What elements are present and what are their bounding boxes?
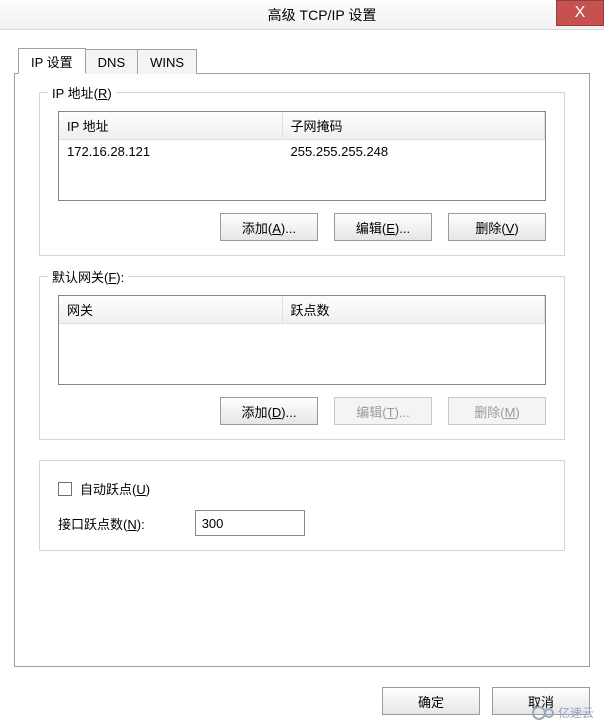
auto-metric-checkbox[interactable] — [58, 482, 72, 496]
close-button[interactable]: X — [556, 0, 604, 26]
col-metric[interactable]: 跃点数 — [283, 296, 545, 324]
ip-remove-button[interactable]: 删除(V) — [448, 213, 546, 241]
col-ip-address[interactable]: IP 地址 — [59, 112, 283, 140]
ip-add-button[interactable]: 添加(A)... — [220, 213, 318, 241]
iface-metric-row: 接口跃点数(N): — [58, 510, 546, 536]
gateway-add-button[interactable]: 添加(D)... — [220, 397, 318, 425]
tab-strip: IP 设置 DNS WINS — [18, 48, 196, 74]
ok-button[interactable]: 确定 — [382, 687, 480, 715]
title-bar: 高级 TCP/IP 设置 X — [0, 0, 604, 30]
ip-listview[interactable]: IP 地址 子网掩码 172.16.28.121 255.255.255.248 — [58, 111, 546, 201]
auto-metric-row: 自动跃点(U) — [58, 479, 546, 498]
gateway-remove-button: 删除(M) — [448, 397, 546, 425]
gateway-list-body — [59, 324, 545, 384]
tab-dns[interactable]: DNS — [85, 49, 138, 74]
client-area: IP 设置 DNS WINS IP 地址(R) IP 地址 子网掩码 172.1… — [0, 30, 604, 725]
gateway-group-legend: 默认网关(F): — [48, 267, 128, 286]
cell-ip: 172.16.28.121 — [59, 140, 283, 163]
gateway-group: 默认网关(F): 网关 跃点数 添加(D)... 编辑(T)... 删除(M) — [39, 276, 565, 440]
gateway-edit-button: 编辑(T)... — [334, 397, 432, 425]
tab-wins[interactable]: WINS — [137, 49, 197, 74]
gateway-list-header: 网关 跃点数 — [59, 296, 545, 324]
watermark-icon — [544, 708, 554, 718]
gateway-listview[interactable]: 网关 跃点数 — [58, 295, 546, 385]
ip-list-body: 172.16.28.121 255.255.255.248 — [59, 140, 545, 200]
col-subnet-mask[interactable]: 子网掩码 — [283, 112, 545, 140]
tab-ip-settings[interactable]: IP 设置 — [18, 48, 86, 74]
ip-button-row: 添加(A)... 编辑(E)... 删除(V) — [58, 213, 546, 241]
gateway-button-row: 添加(D)... 编辑(T)... 删除(M) — [58, 397, 546, 425]
ip-list-header: IP 地址 子网掩码 — [59, 112, 545, 140]
close-icon: X — [575, 4, 586, 22]
col-gateway[interactable]: 网关 — [59, 296, 283, 324]
tab-panel: IP 地址(R) IP 地址 子网掩码 172.16.28.121 255.25… — [14, 73, 590, 667]
window-title: 高级 TCP/IP 设置 — [0, 5, 604, 25]
cell-mask: 255.255.255.248 — [283, 140, 545, 163]
iface-metric-input[interactable] — [195, 510, 305, 536]
table-row[interactable]: 172.16.28.121 255.255.255.248 — [59, 140, 545, 163]
ip-group-legend: IP 地址(R) — [48, 83, 116, 102]
ip-address-group: IP 地址(R) IP 地址 子网掩码 172.16.28.121 255.25… — [39, 92, 565, 256]
ip-edit-button[interactable]: 编辑(E)... — [334, 213, 432, 241]
auto-metric-label: 自动跃点(U) — [80, 479, 150, 498]
metric-group: 自动跃点(U) 接口跃点数(N): — [39, 460, 565, 551]
watermark: 亿速云 — [532, 704, 594, 721]
iface-metric-label: 接口跃点数(N): — [58, 514, 145, 533]
